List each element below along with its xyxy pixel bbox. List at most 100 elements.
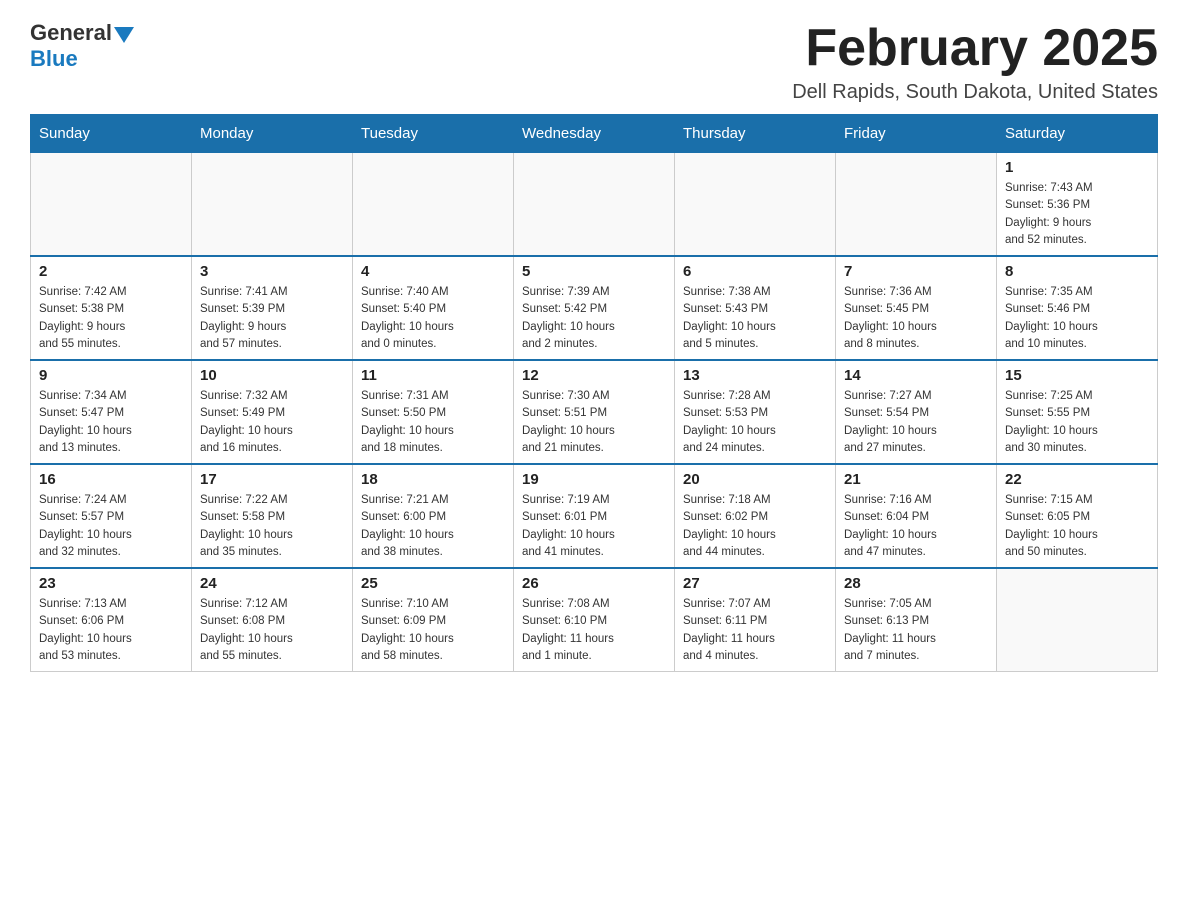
- month-title: February 2025: [792, 20, 1158, 77]
- calendar-cell: 17 Sunrise: 7:22 AMSunset: 5:58 PMDayligh…: [192, 464, 353, 568]
- day-info: Sunrise: 7:38 AMSunset: 5:43 PMDaylight:…: [683, 284, 827, 353]
- day-number: 15: [1005, 367, 1149, 384]
- day-number: 2: [39, 263, 183, 280]
- day-info: Sunrise: 7:39 AMSunset: 5:42 PMDaylight:…: [522, 284, 666, 353]
- calendar-cell: 24 Sunrise: 7:12 AMSunset: 6:08 PMDayligh…: [192, 568, 353, 672]
- day-info: Sunrise: 7:34 AMSunset: 5:47 PMDaylight:…: [39, 388, 183, 457]
- day-info: Sunrise: 7:21 AMSunset: 6:00 PMDaylight:…: [361, 492, 505, 561]
- logo-general-text: General: [30, 20, 112, 46]
- calendar-cell: 26 Sunrise: 7:08 AMSunset: 6:10 PMDayligh…: [514, 568, 675, 672]
- calendar-cell: [675, 153, 836, 257]
- calendar-cell: 8 Sunrise: 7:35 AMSunset: 5:46 PMDaylight…: [997, 256, 1158, 360]
- location-subtitle: Dell Rapids, South Dakota, United States: [792, 81, 1158, 104]
- day-number: 28: [844, 575, 988, 592]
- calendar-header-saturday: Saturday: [997, 115, 1158, 153]
- calendar-cell: 28 Sunrise: 7:05 AMSunset: 6:13 PMDayligh…: [836, 568, 997, 672]
- day-info: Sunrise: 7:05 AMSunset: 6:13 PMDaylight:…: [844, 596, 988, 665]
- day-info: Sunrise: 7:16 AMSunset: 6:04 PMDaylight:…: [844, 492, 988, 561]
- calendar-cell: 11Sunrise: 7:31 AMSunset: 5:50 PMDayligh…: [353, 360, 514, 464]
- calendar-week-row: 9 Sunrise: 7:34 AMSunset: 5:47 PMDaylight…: [31, 360, 1158, 464]
- calendar-cell: 6 Sunrise: 7:38 AMSunset: 5:43 PMDaylight…: [675, 256, 836, 360]
- day-number: 23: [39, 575, 183, 592]
- day-info: Sunrise: 7:15 AMSunset: 6:05 PMDaylight:…: [1005, 492, 1149, 561]
- calendar-cell: 2 Sunrise: 7:42 AMSunset: 5:38 PMDaylight…: [31, 256, 192, 360]
- calendar-table: SundayMondayTuesdayWednesdayThursdayFrid…: [30, 114, 1158, 672]
- day-info: Sunrise: 7:07 AMSunset: 6:11 PMDaylight:…: [683, 596, 827, 665]
- day-info: Sunrise: 7:22 AMSunset: 5:58 PMDaylight:…: [200, 492, 344, 561]
- calendar-header-friday: Friday: [836, 115, 997, 153]
- calendar-cell: 16 Sunrise: 7:24 AMSunset: 5:57 PMDayligh…: [31, 464, 192, 568]
- calendar-week-row: 16 Sunrise: 7:24 AMSunset: 5:57 PMDayligh…: [31, 464, 1158, 568]
- calendar-cell: 25Sunrise: 7:10 AMSunset: 6:09 PMDayligh…: [353, 568, 514, 672]
- day-number: 21: [844, 471, 988, 488]
- day-info: Sunrise: 7:31 AMSunset: 5:50 PMDaylight:…: [361, 388, 505, 457]
- day-number: 8: [1005, 263, 1149, 280]
- day-number: 19: [522, 471, 666, 488]
- calendar-cell: 5 Sunrise: 7:39 AMSunset: 5:42 PMDaylight…: [514, 256, 675, 360]
- calendar-cell: 20Sunrise: 7:18 AMSunset: 6:02 PMDayligh…: [675, 464, 836, 568]
- day-info: Sunrise: 7:42 AMSunset: 5:38 PMDaylight:…: [39, 284, 183, 353]
- day-number: 4: [361, 263, 505, 280]
- day-number: 7: [844, 263, 988, 280]
- day-number: 16: [39, 471, 183, 488]
- calendar-cell: [997, 568, 1158, 672]
- day-number: 17: [200, 471, 344, 488]
- day-number: 12: [522, 367, 666, 384]
- calendar-cell: 15 Sunrise: 7:25 AMSunset: 5:55 PMDayligh…: [997, 360, 1158, 464]
- day-info: Sunrise: 7:13 AMSunset: 6:06 PMDaylight:…: [39, 596, 183, 665]
- calendar-cell: 22Sunrise: 7:15 AMSunset: 6:05 PMDayligh…: [997, 464, 1158, 568]
- day-info: Sunrise: 7:24 AMSunset: 5:57 PMDaylight:…: [39, 492, 183, 561]
- day-info: Sunrise: 7:27 AMSunset: 5:54 PMDaylight:…: [844, 388, 988, 457]
- calendar-cell: 27 Sunrise: 7:07 AMSunset: 6:11 PMDayligh…: [675, 568, 836, 672]
- calendar-cell: 19Sunrise: 7:19 AMSunset: 6:01 PMDayligh…: [514, 464, 675, 568]
- calendar-header-sunday: Sunday: [31, 115, 192, 153]
- day-number: 5: [522, 263, 666, 280]
- calendar-header-row: SundayMondayTuesdayWednesdayThursdayFrid…: [31, 115, 1158, 153]
- calendar-cell: 1Sunrise: 7:43 AMSunset: 5:36 PMDaylight…: [997, 153, 1158, 257]
- calendar-week-row: 2 Sunrise: 7:42 AMSunset: 5:38 PMDaylight…: [31, 256, 1158, 360]
- day-number: 10: [200, 367, 344, 384]
- calendar-cell: [836, 153, 997, 257]
- day-info: Sunrise: 7:36 AMSunset: 5:45 PMDaylight:…: [844, 284, 988, 353]
- day-number: 3: [200, 263, 344, 280]
- day-info: Sunrise: 7:32 AMSunset: 5:49 PMDaylight:…: [200, 388, 344, 457]
- calendar-cell: 4 Sunrise: 7:40 AMSunset: 5:40 PMDaylight…: [353, 256, 514, 360]
- day-number: 1: [1005, 159, 1149, 176]
- day-number: 14: [844, 367, 988, 384]
- calendar-header-monday: Monday: [192, 115, 353, 153]
- day-number: 9: [39, 367, 183, 384]
- day-info: Sunrise: 7:12 AMSunset: 6:08 PMDaylight:…: [200, 596, 344, 665]
- calendar-cell: 9 Sunrise: 7:34 AMSunset: 5:47 PMDaylight…: [31, 360, 192, 464]
- calendar-cell: [353, 153, 514, 257]
- logo-triangle-icon: [114, 27, 134, 43]
- day-number: 20: [683, 471, 827, 488]
- title-section: February 2025 Dell Rapids, South Dakota,…: [792, 20, 1158, 104]
- day-number: 26: [522, 575, 666, 592]
- day-info: Sunrise: 7:25 AMSunset: 5:55 PMDaylight:…: [1005, 388, 1149, 457]
- calendar-week-row: 1Sunrise: 7:43 AMSunset: 5:36 PMDaylight…: [31, 153, 1158, 257]
- day-info: Sunrise: 7:08 AMSunset: 6:10 PMDaylight:…: [522, 596, 666, 665]
- day-number: 27: [683, 575, 827, 592]
- calendar-week-row: 23 Sunrise: 7:13 AMSunset: 6:06 PMDayligh…: [31, 568, 1158, 672]
- calendar-cell: 18 Sunrise: 7:21 AMSunset: 6:00 PMDayligh…: [353, 464, 514, 568]
- day-info: Sunrise: 7:41 AMSunset: 5:39 PMDaylight:…: [200, 284, 344, 353]
- calendar-cell: 7 Sunrise: 7:36 AMSunset: 5:45 PMDaylight…: [836, 256, 997, 360]
- calendar-cell: 3 Sunrise: 7:41 AMSunset: 5:39 PMDaylight…: [192, 256, 353, 360]
- logo-blue-text: Blue: [30, 46, 78, 72]
- page-header: General Blue February 2025 Dell Rapids, …: [30, 20, 1158, 104]
- calendar-cell: [31, 153, 192, 257]
- day-number: 24: [200, 575, 344, 592]
- calendar-cell: 14 Sunrise: 7:27 AMSunset: 5:54 PMDayligh…: [836, 360, 997, 464]
- calendar-cell: 13Sunrise: 7:28 AMSunset: 5:53 PMDayligh…: [675, 360, 836, 464]
- day-number: 13: [683, 367, 827, 384]
- calendar-header-wednesday: Wednesday: [514, 115, 675, 153]
- calendar-cell: 23 Sunrise: 7:13 AMSunset: 6:06 PMDayligh…: [31, 568, 192, 672]
- calendar-cell: 10 Sunrise: 7:32 AMSunset: 5:49 PMDayligh…: [192, 360, 353, 464]
- day-info: Sunrise: 7:35 AMSunset: 5:46 PMDaylight:…: [1005, 284, 1149, 353]
- day-number: 18: [361, 471, 505, 488]
- day-info: Sunrise: 7:30 AMSunset: 5:51 PMDaylight:…: [522, 388, 666, 457]
- calendar-cell: [192, 153, 353, 257]
- calendar-cell: [514, 153, 675, 257]
- day-info: Sunrise: 7:40 AMSunset: 5:40 PMDaylight:…: [361, 284, 505, 353]
- day-number: 6: [683, 263, 827, 280]
